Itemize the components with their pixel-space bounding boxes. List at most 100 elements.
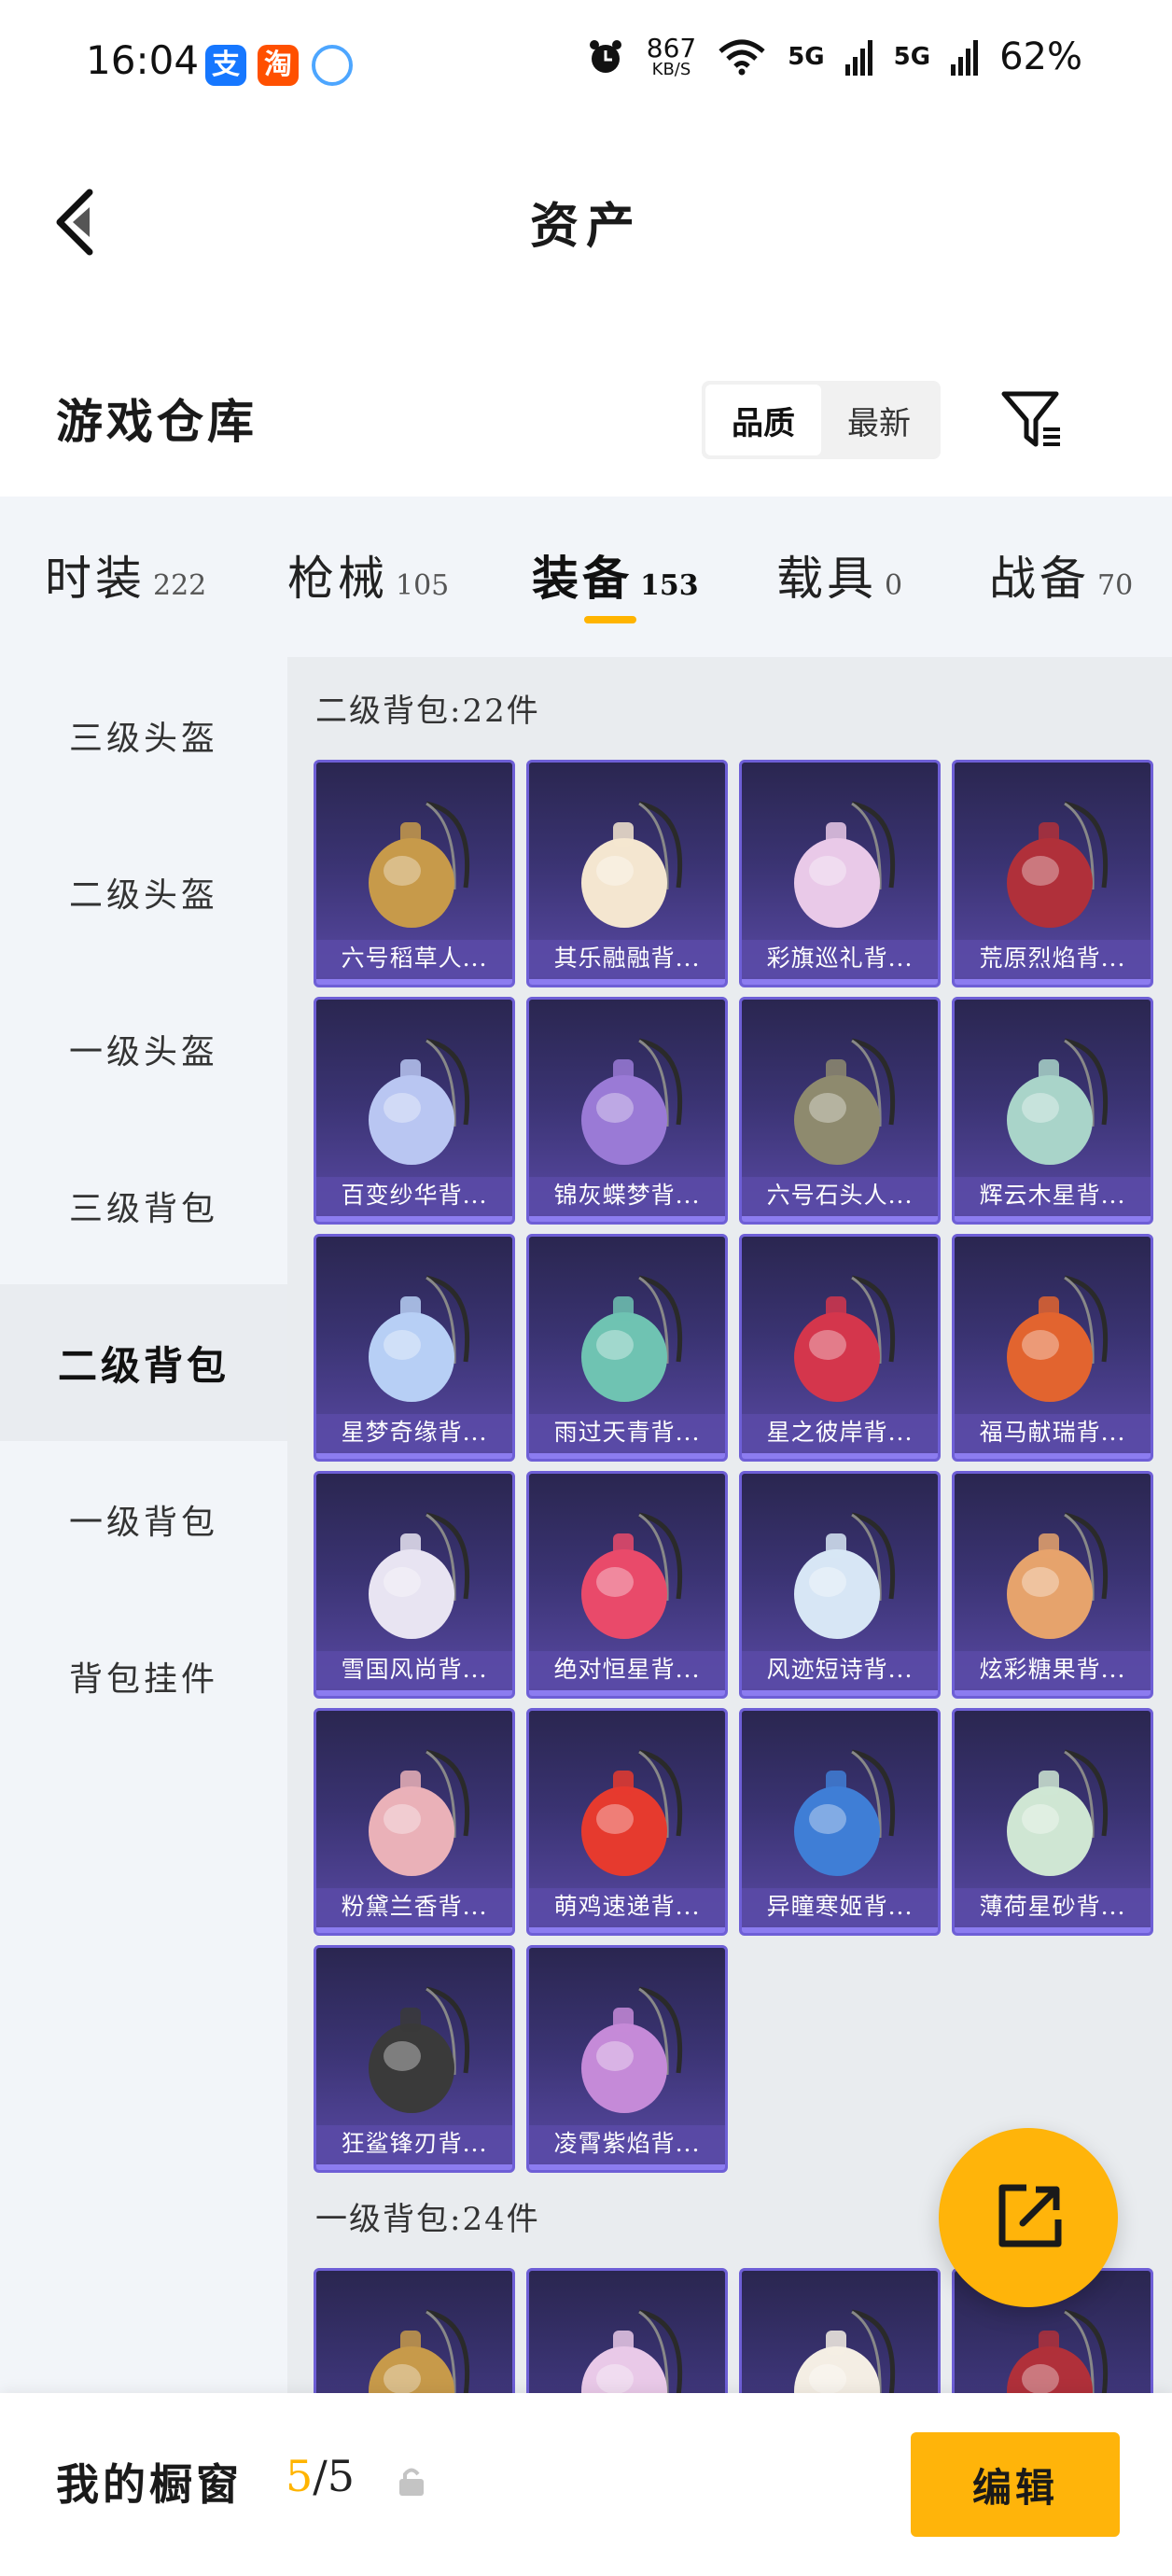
sidebar-item-helmet-lv1[interactable]: 一级头盔 xyxy=(0,971,287,1127)
item-card[interactable]: 辉云木星背... xyxy=(952,997,1153,1225)
item-label: 狂鲨锋刃背... xyxy=(316,2125,512,2163)
backpack-icon xyxy=(794,1512,896,1639)
tab-count: 0 xyxy=(885,569,903,602)
backpack-icon xyxy=(794,801,896,928)
item-card[interactable]: 六号稻草人... xyxy=(314,760,515,987)
backpack-icon xyxy=(794,2309,896,2393)
item-card[interactable]: 炫彩糖果背... xyxy=(952,1471,1153,1699)
tab-fashion[interactable]: 时装 222 xyxy=(45,541,206,609)
backpack-icon xyxy=(581,2309,683,2393)
tab-label: 载具 xyxy=(776,552,877,606)
item-card[interactable] xyxy=(314,2268,515,2393)
item-card[interactable]: 彩旗巡礼背... xyxy=(739,760,941,987)
category-tabs: 时装 222 枪械 105 装备 153 载具 0 战备 70 xyxy=(0,497,1172,657)
showcase-bar: 我的橱窗 5/5 编辑 xyxy=(0,2393,1172,2576)
share-button[interactable] xyxy=(939,2128,1118,2307)
backpack-icon xyxy=(1007,1275,1109,1402)
taobao-icon: 淘 xyxy=(258,45,299,86)
backpack-icon xyxy=(369,1038,470,1165)
qq-icon xyxy=(312,45,353,86)
sort-newest-button[interactable]: 最新 xyxy=(821,385,937,455)
sidebar-item-backpack-lv3[interactable]: 三级背包 xyxy=(0,1127,287,1284)
backpack-icon xyxy=(369,1512,470,1639)
backpack-icon xyxy=(369,2309,470,2393)
item-card[interactable]: 百变纱华背... xyxy=(314,997,515,1225)
net-speed: 867 KB/S xyxy=(647,35,696,78)
sidebar-item-backpack-charm[interactable]: 背包挂件 xyxy=(0,1598,287,1755)
sidebar-item-helmet-lv3[interactable]: 三级头盔 xyxy=(0,657,287,814)
item-card[interactable]: 绝对恒星背... xyxy=(526,1471,728,1699)
item-label: 星之彼岸背... xyxy=(742,1414,938,1451)
signal-bars-icon-1 xyxy=(844,40,872,76)
section-title: 二级背包:22件 xyxy=(315,693,540,730)
showcase-total: /5 xyxy=(313,2451,356,2501)
item-card[interactable]: 风迹短诗背... xyxy=(739,1471,941,1699)
item-card[interactable]: 六号石头人... xyxy=(739,997,941,1225)
item-card[interactable] xyxy=(526,2268,728,2393)
page-title: 资产 xyxy=(529,198,642,255)
item-label: 异瞳寒姬背... xyxy=(742,1888,938,1925)
warehouse-title: 游戏仓库 xyxy=(56,394,258,449)
item-label: 薄荷星砂背... xyxy=(955,1888,1151,1925)
item-card[interactable]: 狂鲨锋刃背... xyxy=(314,1945,515,2173)
item-label: 六号石头人... xyxy=(742,1177,938,1214)
edit-button[interactable]: 编辑 xyxy=(911,2432,1120,2537)
item-label: 百变纱华背... xyxy=(316,1177,512,1214)
item-label: 星梦奇缘背... xyxy=(316,1414,512,1451)
lock-icon xyxy=(399,2468,424,2496)
item-card[interactable]: 粉黛兰香背... xyxy=(314,1708,515,1936)
item-card[interactable]: 锦灰蝶梦背... xyxy=(526,997,728,1225)
sidebar-item-backpack-lv2[interactable]: 二级背包 xyxy=(0,1284,287,1441)
item-label: 福马献瑞背... xyxy=(955,1414,1151,1451)
item-card[interactable]: 星之彼岸背... xyxy=(739,1234,941,1462)
backpack-icon xyxy=(1007,1512,1109,1639)
item-label: 雪国风尚背... xyxy=(316,1651,512,1688)
page: 16:04 支 淘 867 KB/S 5G 5G 62% 资产 游戏仓库 品质 … xyxy=(0,0,1172,2576)
tab-supplies[interactable]: 战备 70 xyxy=(989,541,1133,609)
item-label: 彩旗巡礼背... xyxy=(742,940,938,977)
item-label: 萌鸡速递背... xyxy=(529,1888,725,1925)
item-card[interactable]: 雪国风尚背... xyxy=(314,1471,515,1699)
status-time: 16:04 xyxy=(86,37,200,83)
backpack-icon xyxy=(581,801,683,928)
item-card[interactable]: 荒原烈焰背... xyxy=(952,760,1153,987)
tab-count: 153 xyxy=(640,569,699,602)
backpack-icon xyxy=(1007,1038,1109,1165)
tab-equipment[interactable]: 装备 153 xyxy=(532,541,699,609)
alarm-icon xyxy=(589,40,621,73)
item-label: 六号稻草人... xyxy=(316,940,512,977)
filter-icon[interactable] xyxy=(998,386,1066,454)
item-card[interactable]: 星梦奇缘背... xyxy=(314,1234,515,1462)
sort-quality-button[interactable]: 品质 xyxy=(705,385,821,455)
item-card[interactable]: 其乐融融背... xyxy=(526,760,728,987)
item-card[interactable]: 异瞳寒姬背... xyxy=(739,1708,941,1936)
item-card[interactable]: 福马献瑞背... xyxy=(952,1234,1153,1462)
wifi-icon xyxy=(719,39,765,76)
item-card[interactable]: 雨过天青背... xyxy=(526,1234,728,1462)
backpack-icon xyxy=(794,1038,896,1165)
signal-5g-label-1: 5G xyxy=(788,43,825,71)
alipay-icon: 支 xyxy=(205,45,246,86)
sidebar: 三级头盔 二级头盔 一级头盔 三级背包 二级背包 一级背包 背包挂件 xyxy=(0,657,287,2393)
item-label: 其乐融融背... xyxy=(529,940,725,977)
backpack-icon xyxy=(581,1749,683,1876)
item-card[interactable]: 萌鸡速递背... xyxy=(526,1708,728,1936)
showcase-current: 5 xyxy=(286,2451,314,2501)
backpack-icon xyxy=(1007,2309,1109,2393)
sidebar-item-backpack-lv1[interactable]: 一级背包 xyxy=(0,1441,287,1598)
tab-count: 105 xyxy=(396,569,450,602)
share-icon xyxy=(998,2184,1062,2247)
tab-label: 战备 xyxy=(989,552,1090,606)
item-card[interactable]: 薄荷星砂背... xyxy=(952,1708,1153,1936)
item-card[interactable] xyxy=(739,2268,941,2393)
item-label: 荒原烈焰背... xyxy=(955,940,1151,977)
item-label: 辉云木星背... xyxy=(955,1177,1151,1214)
tab-label: 时装 xyxy=(45,552,146,606)
tab-vehicles[interactable]: 载具 0 xyxy=(776,541,902,609)
sidebar-item-helmet-lv2[interactable]: 二级头盔 xyxy=(0,814,287,971)
item-card[interactable]: 凌霄紫焰背... xyxy=(526,1945,728,2173)
backpack-icon xyxy=(581,1986,683,2113)
tab-firearms[interactable]: 枪械 105 xyxy=(287,541,449,609)
showcase-count: 5/5 xyxy=(286,2451,355,2501)
backpack-icon xyxy=(369,1986,470,2113)
